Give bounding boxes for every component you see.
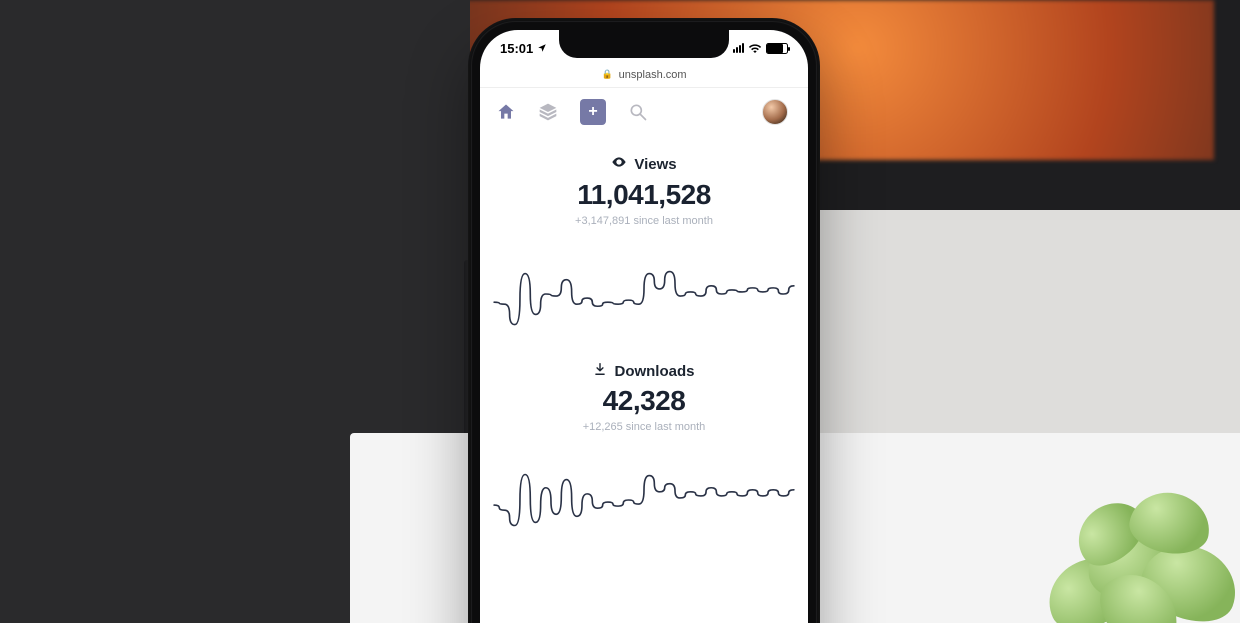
layers-icon[interactable] <box>538 102 558 122</box>
app-nav: + <box>480 90 808 134</box>
photo-scene: 15:01 🔒 unsplash.com <box>0 0 1240 623</box>
downloads-label: Downloads <box>614 363 694 380</box>
succulent-plant <box>970 403 1240 623</box>
wifi-icon <box>748 43 762 53</box>
phone-screen: 15:01 🔒 unsplash.com <box>480 30 808 623</box>
eye-icon <box>611 154 627 174</box>
plus-icon: + <box>588 104 597 120</box>
views-stat: Views 11,041,528 +3,147,891 since last m… <box>490 154 798 354</box>
add-button[interactable]: + <box>580 99 606 125</box>
browser-url-bar[interactable]: 🔒 unsplash.com <box>480 66 808 88</box>
location-icon <box>537 43 547 53</box>
stats-content: Views 11,041,528 +3,147,891 since last m… <box>480 134 808 560</box>
home-icon[interactable] <box>496 102 516 122</box>
browser-domain: unsplash.com <box>619 69 687 81</box>
iphone-device: 15:01 🔒 unsplash.com <box>468 18 820 623</box>
downloads-value: 42,328 <box>490 385 798 417</box>
views-sparkline <box>490 239 798 349</box>
phone-notch <box>559 30 729 58</box>
avatar[interactable] <box>762 99 788 125</box>
cell-signal-icon <box>733 43 744 53</box>
lock-icon: 🔒 <box>601 69 612 80</box>
views-delta: +3,147,891 since last month <box>490 215 798 227</box>
battery-icon <box>766 43 788 54</box>
downloads-delta: +12,265 since last month <box>490 421 798 433</box>
search-icon[interactable] <box>628 102 648 122</box>
views-value: 11,041,528 <box>490 179 798 211</box>
download-icon <box>593 362 607 380</box>
views-label: Views <box>634 156 676 173</box>
downloads-sparkline <box>490 445 798 555</box>
downloads-stat: Downloads 42,328 +12,265 since last mont… <box>490 362 798 560</box>
status-time: 15:01 <box>500 41 533 56</box>
